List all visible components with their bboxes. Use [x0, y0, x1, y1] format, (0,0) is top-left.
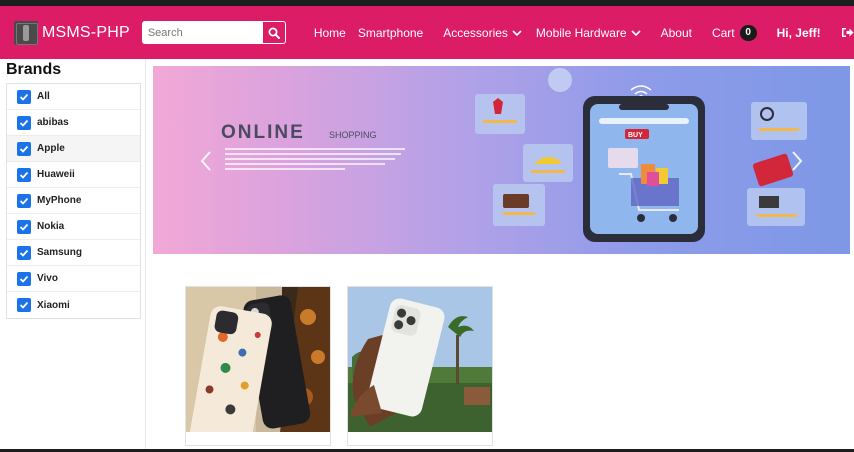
checkbox[interactable]: [17, 141, 31, 156]
brand-filter-samsung[interactable]: Samsung: [7, 240, 140, 266]
brands-title: Brands: [6, 61, 62, 78]
nav-home[interactable]: Home: [314, 26, 346, 40]
brand-filter-huaweii[interactable]: Huaweii: [7, 162, 140, 188]
nav-mobile-hardware[interactable]: Mobile Hardware: [536, 26, 641, 40]
product-card[interactable]: [347, 286, 493, 446]
chevron-down-icon: [631, 29, 641, 36]
product-image: [348, 287, 492, 432]
carousel-next-icon[interactable]: [790, 150, 804, 172]
floating-badge: [548, 68, 572, 92]
navbar: MSMS-PHP Home Smartphone Accessories Mob…: [0, 6, 854, 59]
logout-icon: [841, 28, 854, 37]
banner-body-lines: [225, 148, 405, 170]
nav-mobile-hardware-label: Mobile Hardware: [535, 25, 627, 40]
brand-filter-apple[interactable]: Apple: [7, 136, 140, 162]
cart-count-badge: 0: [739, 24, 757, 41]
chevron-down-icon: [512, 29, 522, 36]
brand-filter-myphone[interactable]: MyPhone: [7, 188, 140, 214]
brand-name: MSMS-PHP: [42, 23, 130, 41]
banner-headline: ONLINE: [221, 122, 305, 143]
checkmark-icon: [19, 119, 29, 127]
brand-filter-xiaomi[interactable]: Xiaomi: [7, 292, 140, 318]
checkbox[interactable]: [17, 271, 31, 286]
user-greeting[interactable]: Hi, Jeff!: [777, 26, 821, 40]
checkmark-icon: [19, 301, 29, 309]
brand-label: MyPhone: [37, 195, 82, 206]
checkbox[interactable]: [17, 219, 31, 234]
sale-tag: [752, 153, 794, 187]
search-icon: [268, 27, 280, 39]
search-form: [141, 21, 286, 44]
floating-product-card: [493, 184, 545, 226]
floating-product-card: [751, 102, 807, 140]
search-button[interactable]: [261, 21, 286, 44]
checkbox[interactable]: [17, 167, 31, 182]
logout-button[interactable]: [841, 27, 854, 38]
brand-label: Vivo: [37, 273, 58, 284]
checkmark-icon: [19, 275, 29, 283]
checkmark-icon: [19, 223, 29, 231]
nav-accessories-label: Accessories: [443, 25, 508, 40]
nav-cart[interactable]: Cart 0: [711, 24, 757, 41]
floating-product-card: [747, 188, 805, 226]
product-image: [186, 287, 330, 432]
nav-accessories[interactable]: Accessories: [443, 26, 522, 40]
floating-product-card: [523, 144, 573, 182]
banner-subheadline: SHOPPING: [329, 130, 377, 140]
brand-label: Apple: [37, 143, 65, 154]
nav-cart-label: Cart: [711, 25, 735, 40]
brand-filter-vivo[interactable]: Vivo: [7, 266, 140, 292]
brand-label: Xiaomi: [37, 299, 70, 311]
checkmark-icon: [19, 145, 29, 153]
brand-label: Samsung: [37, 247, 83, 258]
floating-chat-bubble: [608, 148, 638, 168]
product-card[interactable]: [185, 286, 331, 446]
brand-label: Huaweii: [37, 169, 75, 180]
nav-about[interactable]: About: [661, 26, 692, 40]
phone-illustration: BUY: [583, 96, 705, 242]
nav-smartphone[interactable]: Smartphone: [358, 26, 423, 40]
hero-carousel: ONLINE SHOPPING BUY: [153, 66, 850, 254]
brand-label: All: [37, 91, 50, 102]
brands-sidebar: Brands All abibas Apple Huaweii MyPhone: [0, 59, 146, 449]
carousel-slide-image: ONLINE SHOPPING BUY: [221, 68, 807, 242]
checkmark-icon: [19, 249, 29, 257]
checkbox[interactable]: [17, 298, 31, 312]
brand-filter-nokia[interactable]: Nokia: [7, 214, 140, 240]
brand-filter-abibas[interactable]: abibas: [7, 110, 140, 136]
brand-label: Nokia: [37, 221, 65, 232]
brand[interactable]: MSMS-PHP: [14, 20, 130, 45]
checkmark-icon: [19, 171, 29, 179]
buy-label: BUY: [628, 132, 643, 139]
page: MSMS-PHP Home Smartphone Accessories Mob…: [0, 6, 854, 449]
checkmark-icon: [19, 197, 29, 205]
checkbox[interactable]: [17, 245, 31, 260]
checkmark-icon: [19, 93, 29, 101]
floating-product-card: [475, 94, 525, 134]
brand-logo: [14, 20, 38, 45]
checkbox[interactable]: [17, 115, 31, 130]
brand-label: abibas: [37, 117, 69, 128]
search-input[interactable]: [141, 21, 262, 44]
carousel-prev-icon[interactable]: [199, 150, 213, 172]
checkbox[interactable]: [17, 89, 31, 104]
brand-filter-all[interactable]: All: [7, 84, 140, 110]
nav-links: Home Smartphone Accessories Mobile Hardw…: [314, 24, 854, 41]
brand-filter-list: All abibas Apple Huaweii MyPhone Nokia S…: [6, 83, 141, 319]
checkbox[interactable]: [17, 193, 31, 208]
